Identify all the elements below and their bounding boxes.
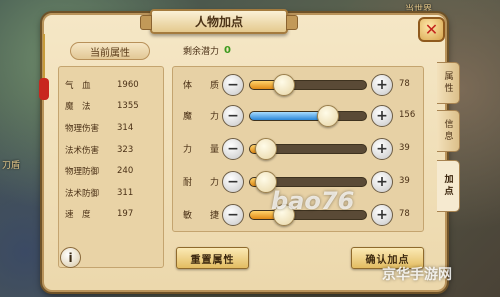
attribute-name: 物理防御 — [65, 167, 100, 178]
plus-icon: + — [376, 207, 388, 223]
attribute-value: 1355 — [117, 101, 139, 112]
site-watermark: bao76 — [271, 187, 355, 215]
reset-attributes-button[interactable]: 重置属性 — [176, 247, 249, 269]
attribute-name: 速 度 — [65, 210, 91, 221]
info-button[interactable]: i — [60, 247, 81, 268]
attribute-name: 法术伤害 — [65, 145, 100, 156]
tab-add-points[interactable]: 加点 — [437, 160, 460, 212]
attribute-row: 法术伤害 323 — [65, 139, 163, 161]
attribute-name: 气 血 — [65, 80, 91, 91]
minus-icon: − — [227, 174, 239, 190]
minus-icon: − — [227, 141, 239, 157]
endurance-slider[interactable] — [249, 171, 367, 193]
magic-plus-button[interactable]: + — [371, 105, 393, 127]
window-title: 人物加点 — [140, 9, 298, 34]
agility-plus-button[interactable]: + — [371, 204, 393, 226]
agility-minus-button[interactable]: − — [222, 204, 244, 226]
plus-icon: + — [376, 108, 388, 124]
minus-icon: − — [227, 108, 239, 124]
stat-value: 78 — [399, 209, 410, 219]
attribute-value: 323 — [117, 144, 134, 155]
attribute-row: 法术防御 311 — [65, 182, 163, 204]
stat-label: 敏捷 — [183, 211, 219, 221]
attribute-row: 气 血 1960 — [65, 74, 163, 96]
minus-icon: − — [227, 77, 239, 93]
stat-label: 力量 — [183, 145, 219, 155]
close-button[interactable]: ✕ — [418, 17, 445, 42]
minus-icon: − — [227, 207, 239, 223]
slider-knob[interactable] — [317, 105, 339, 127]
attribute-value: 197 — [117, 209, 134, 220]
stat-value: 156 — [399, 110, 416, 120]
site-watermark-cn: 京华手游网 — [382, 267, 452, 283]
attribute-value: 240 — [117, 166, 134, 177]
tab-attributes[interactable]: 属性 — [437, 62, 460, 104]
magic-slider[interactable] — [249, 105, 367, 127]
strength-plus-button[interactable]: + — [371, 138, 393, 160]
stat-row-strength: 力量 − + 39 — [173, 137, 425, 161]
endurance-minus-button[interactable]: − — [222, 171, 244, 193]
attribute-row: 物理防御 240 — [65, 160, 163, 182]
tab-info[interactable]: 信息 — [437, 110, 460, 152]
background-label-left: 刀盾 — [2, 161, 21, 171]
close-icon: ✕ — [424, 19, 439, 39]
remaining-potential: 剩余潜力 0 — [183, 44, 231, 57]
plus-icon: + — [376, 77, 388, 93]
plus-icon: + — [376, 174, 388, 190]
current-attributes-header: 当前属性 — [70, 42, 150, 60]
attribute-list: 气 血 1960 魔 法 1355 物理伤害 314 法术伤害 323 物理防御 240 … — [58, 66, 164, 268]
endurance-plus-button[interactable]: + — [371, 171, 393, 193]
attribute-value: 311 — [117, 187, 134, 198]
stat-value: 78 — [399, 79, 410, 89]
constitution-minus-button[interactable]: − — [222, 74, 244, 96]
tassel-decoration — [38, 34, 50, 104]
stat-row-constitution: 体质 − + 78 — [173, 73, 425, 97]
attribute-row: 物理伤害 314 — [65, 117, 163, 139]
strength-slider[interactable] — [249, 138, 367, 160]
info-icon: i — [68, 250, 73, 265]
attribute-name: 魔 法 — [65, 102, 91, 113]
strength-minus-button[interactable]: − — [222, 138, 244, 160]
stat-row-magic: 魔力 − + 156 — [173, 104, 425, 128]
attribute-row: 速 度 197 — [65, 204, 163, 226]
stat-label: 魔力 — [183, 112, 219, 122]
slider-knob[interactable] — [273, 74, 295, 96]
attribute-name: 法术防御 — [65, 188, 100, 199]
attribute-value: 314 — [117, 122, 134, 133]
slider-knob[interactable] — [255, 138, 277, 160]
stat-label: 体质 — [183, 81, 219, 91]
current-attributes-box: 当前属性 气 血 1960 魔 法 1355 物理伤害 314 法术伤害 323 物理防… — [56, 38, 166, 268]
stat-value: 39 — [399, 176, 410, 186]
constitution-slider[interactable] — [249, 74, 367, 96]
attribute-value: 1960 — [117, 79, 139, 90]
plus-icon: + — [376, 141, 388, 157]
attribute-name: 物理伤害 — [65, 123, 100, 134]
attribute-row: 魔 法 1355 — [65, 96, 163, 118]
stat-label: 耐力 — [183, 178, 219, 188]
constitution-plus-button[interactable]: + — [371, 74, 393, 96]
stat-value: 39 — [399, 143, 410, 153]
potential-label: 剩余潜力 — [183, 47, 220, 57]
potential-value: 0 — [224, 45, 231, 56]
magic-minus-button[interactable]: − — [222, 105, 244, 127]
